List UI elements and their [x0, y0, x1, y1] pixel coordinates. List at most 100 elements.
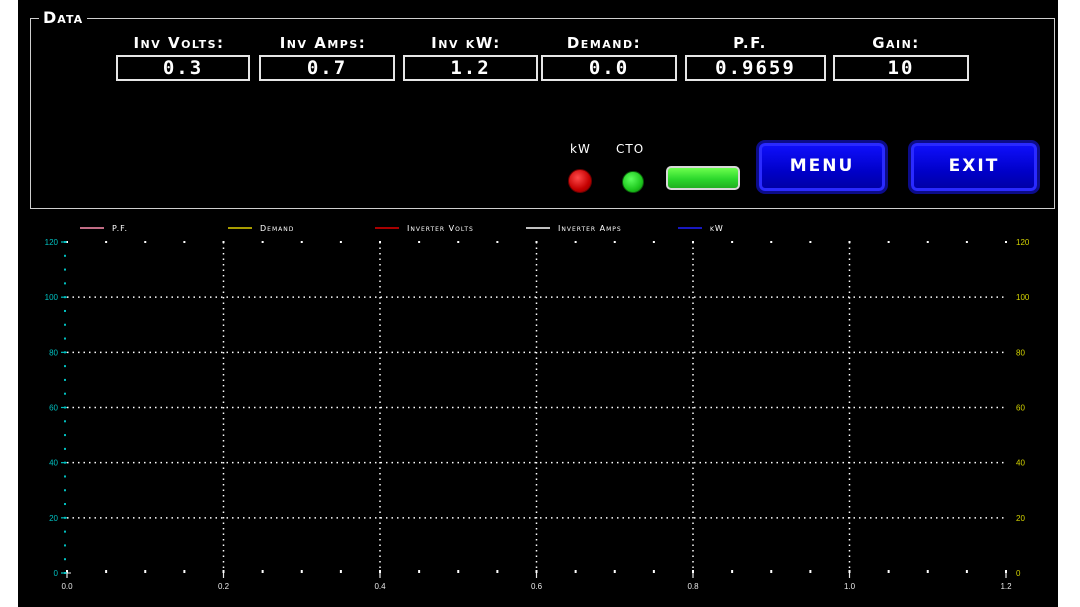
x-minor-tick [887, 570, 890, 573]
y2-tick-label: 0 [1016, 569, 1021, 578]
x-minor-tick [496, 570, 499, 573]
y-tick-label: 0 [54, 569, 59, 578]
x-minor-tick [339, 570, 342, 573]
menu-button[interactable]: MENU [756, 140, 888, 194]
x-minor-tick [731, 570, 734, 573]
x-tick-label: 0.6 [531, 582, 543, 591]
y-minor-tick [64, 558, 66, 561]
x-tick-label: 0.4 [374, 582, 386, 591]
top-grid-dot [770, 241, 773, 243]
inv-kw-label: Inv kW: [431, 34, 501, 52]
hmi-screen: Data Inv Volts: Inv Amps: Inv kW: Demand… [18, 0, 1058, 607]
top-grid-dot [457, 241, 460, 243]
status-indicator-bar [666, 166, 740, 190]
x-minor-tick [770, 570, 773, 573]
top-grid-dot [418, 241, 421, 243]
x-minor-tick [809, 570, 812, 573]
x-minor-tick [379, 570, 381, 573]
exit-button[interactable]: EXIT [908, 140, 1040, 194]
y2-tick-label: 120 [1016, 238, 1030, 247]
inv-amps-value: 0.7 [259, 55, 395, 81]
y-minor-tick [64, 378, 66, 381]
y-minor-tick [64, 365, 66, 368]
legend-label: Inverter Volts [407, 224, 474, 233]
y2-tick-label: 40 [1016, 459, 1025, 468]
y-minor-tick [64, 530, 66, 533]
data-group-title: Data [39, 9, 88, 27]
y-minor-tick [64, 254, 66, 257]
chart-grid [66, 241, 1007, 573]
legend-label: P.F. [112, 224, 128, 233]
legend-label: Demand [260, 224, 294, 233]
x-minor-tick [457, 570, 460, 573]
y-minor-tick [64, 309, 66, 312]
x-minor-tick [1005, 570, 1007, 573]
y-minor-tick [64, 447, 66, 450]
y-tick-label: 20 [49, 514, 58, 523]
y-minor-tick [64, 268, 66, 271]
y-tick-label: 100 [45, 293, 59, 302]
inv-amps-label: Inv Amps: [279, 34, 367, 52]
legend-label: Inverter Amps [558, 224, 622, 233]
x-minor-tick [183, 570, 186, 573]
y-minor-tick [64, 544, 66, 547]
top-grid-dot [496, 241, 499, 243]
inv-kw-value: 1.2 [403, 55, 538, 81]
top-grid-dot [144, 241, 147, 243]
top-grid-dot [887, 241, 890, 243]
y-tick-label: 60 [49, 404, 58, 413]
y-minor-tick [64, 489, 66, 492]
y-tick-label: 80 [49, 348, 58, 357]
x-minor-tick [300, 570, 303, 573]
cto-indicator-led [622, 171, 644, 193]
x-tick-label: 1.0 [844, 582, 856, 591]
x-minor-tick [418, 570, 421, 573]
x-tick-label: 0.0 [61, 582, 73, 591]
top-grid-dot [300, 241, 303, 243]
top-grid-dot [809, 241, 812, 243]
chart-legend: P.F. Demand Inverter Volts Inverter Amps kW [80, 224, 724, 233]
top-grid-dot [183, 241, 186, 243]
y2-tick-label: 20 [1016, 514, 1025, 523]
trend-chart: P.F. Demand Inverter Volts Inverter Amps kW … [45, 224, 1030, 591]
x-minor-tick [261, 570, 264, 573]
x-minor-tick [144, 570, 147, 573]
kw-indicator-label: kW [570, 142, 591, 156]
x-minor-tick [535, 570, 538, 573]
y-minor-tick [64, 282, 66, 285]
y-minor-tick [64, 337, 66, 340]
top-grid-dot [105, 241, 108, 243]
top-grid-dot [965, 241, 968, 243]
top-grid-dot [613, 241, 616, 243]
kw-indicator-led [568, 169, 592, 193]
legend-label: kW [710, 224, 724, 233]
pf-value: 0.9659 [685, 55, 826, 81]
gain-value[interactable]: 10 [833, 55, 969, 81]
top-grid-dot [926, 241, 929, 243]
x-minor-tick [965, 570, 968, 573]
y-tick-label: 40 [49, 459, 58, 468]
demand-value: 0.0 [541, 55, 677, 81]
x-minor-tick [692, 570, 694, 573]
x-minor-tick [222, 570, 225, 573]
pf-label: P.F. [733, 34, 767, 52]
demand-label: Demand: [566, 34, 642, 52]
x-minor-tick [848, 570, 851, 573]
x-tick-label: 1.2 [1000, 582, 1012, 591]
y-minor-tick [64, 434, 66, 437]
y-minor-tick [64, 420, 66, 423]
x-tick-label: 0.2 [218, 582, 230, 591]
cto-indicator-label: CTO [616, 142, 645, 156]
y2-tick-label: 100 [1016, 293, 1030, 302]
x-minor-tick [652, 570, 655, 573]
y-minor-tick [64, 475, 66, 478]
top-grid-dot [339, 241, 342, 243]
x-minor-tick [105, 570, 108, 573]
x-minor-tick [574, 570, 577, 573]
top-grid-dot [261, 241, 264, 243]
y2-tick-label: 80 [1016, 348, 1025, 357]
chart-axes: 0 20 40 60 80 100 120 0 20 40 60 80 100 120 0.0 0.2 0.4 0… [45, 238, 1030, 591]
gain-label: Gain: [872, 34, 920, 52]
y-tick-label: 120 [45, 238, 59, 247]
top-grid-dot [1005, 241, 1007, 243]
